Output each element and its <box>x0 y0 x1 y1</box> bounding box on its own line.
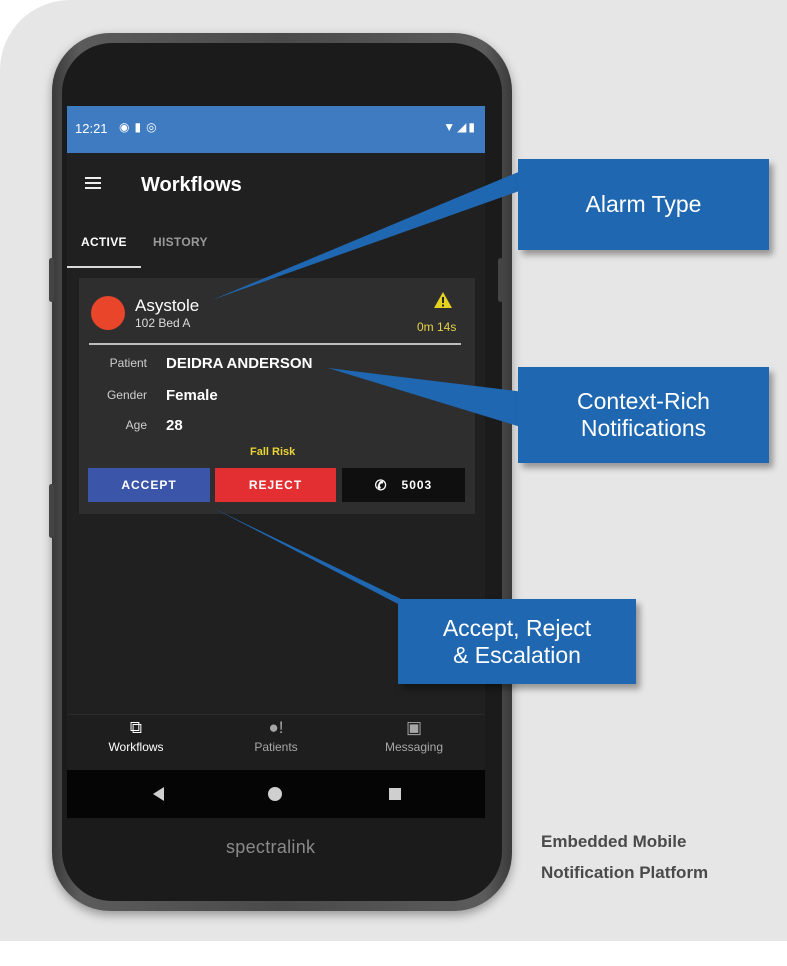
escalation-pointer <box>213 508 428 612</box>
callout-alarm-type: Alarm Type <box>518 159 769 250</box>
callout-line: & Escalation <box>453 641 581 668</box>
alarm-type-pointer <box>212 168 556 300</box>
callout-line: Accept, Reject <box>442 614 592 641</box>
caption-line: Embedded Mobile <box>541 832 687 851</box>
callout-escalation: Accept, Reject & Escalation <box>398 599 636 684</box>
callout-line: Context-Rich <box>577 388 710 414</box>
callout-label: Alarm Type <box>585 191 702 217</box>
callout-pointers <box>212 168 556 612</box>
platform-caption: Embedded Mobile Notification Platform <box>541 826 708 888</box>
callout-line: Notifications <box>580 415 707 441</box>
callout-notifications: Context-Rich Notifications <box>518 367 769 463</box>
caption-line: Notification Platform <box>541 863 709 882</box>
notifications-pointer <box>328 368 524 428</box>
